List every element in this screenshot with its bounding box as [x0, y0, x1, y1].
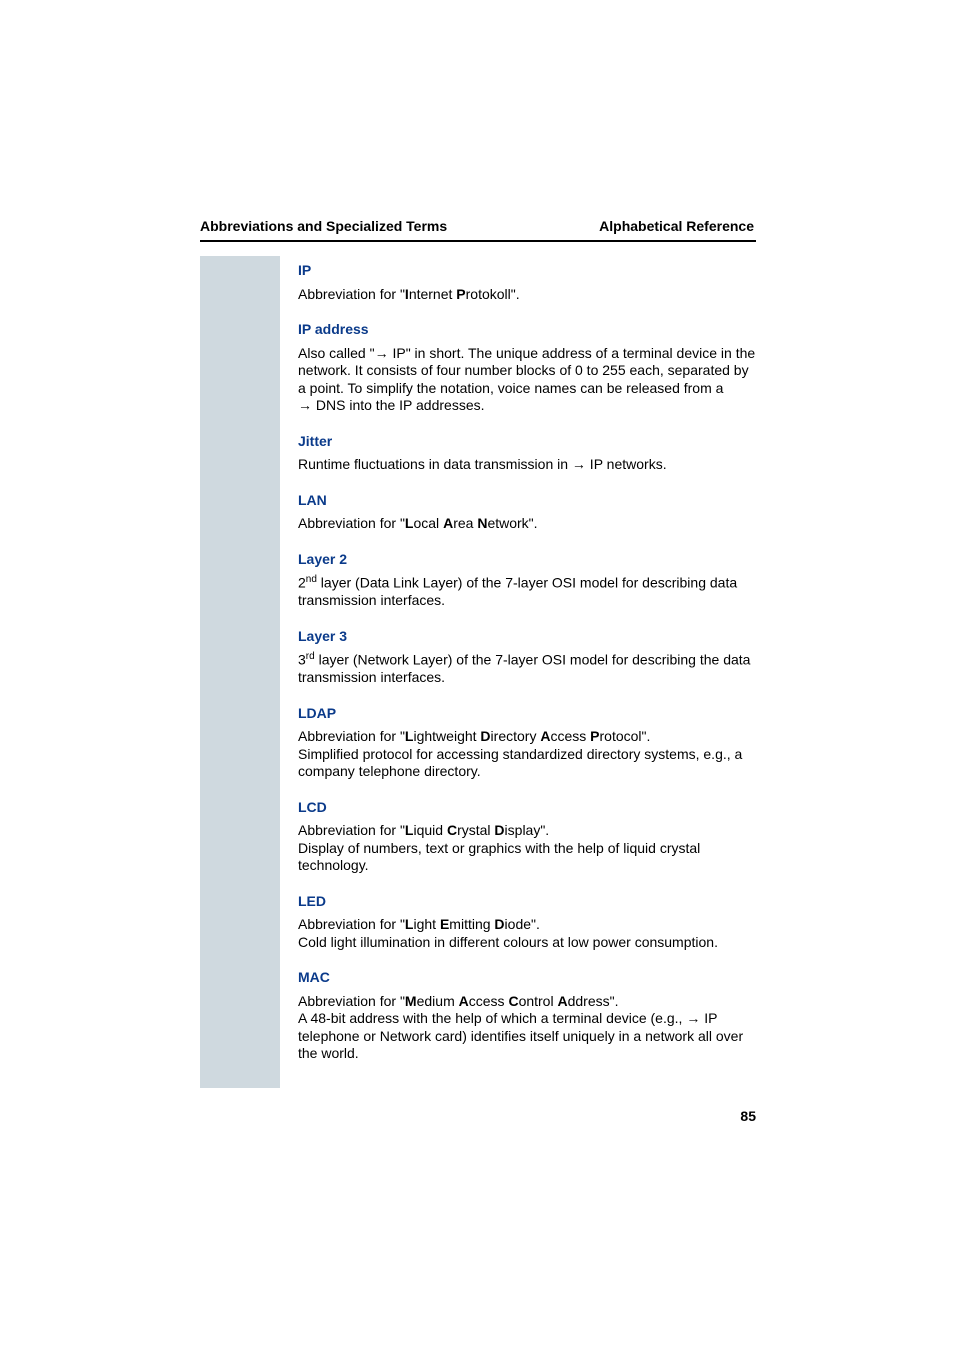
- arrow-icon: →: [375, 345, 389, 363]
- cross-ref-link[interactable]: DNS: [312, 397, 345, 413]
- term-ip: IP: [298, 262, 758, 280]
- text: ddress".: [568, 993, 619, 1009]
- def-jitter: Runtime fluctuations in data transmissio…: [298, 456, 758, 474]
- bold: D: [494, 822, 504, 838]
- bold: N: [477, 515, 487, 531]
- text: Display of numbers, text or graphics wit…: [298, 840, 700, 874]
- superscript: rd: [306, 651, 315, 662]
- bold: A: [557, 993, 567, 1009]
- bold: D: [494, 916, 504, 932]
- text: Abbreviation for ": [298, 286, 405, 302]
- page-number: 85: [740, 1108, 756, 1124]
- text: mitting: [449, 916, 494, 932]
- text: nternet: [409, 286, 456, 302]
- term-jitter: Jitter: [298, 433, 758, 451]
- term-lan: LAN: [298, 492, 758, 510]
- def-layer3: 3rd layer (Network Layer) of the 7-layer…: [298, 651, 758, 687]
- arrow-icon: →: [298, 397, 312, 415]
- text: 2: [298, 575, 306, 591]
- def-layer2: 2nd layer (Data Link Layer) of the 7-lay…: [298, 574, 758, 610]
- header-right: Alphabetical Reference: [599, 218, 754, 234]
- text: ocal: [413, 515, 443, 531]
- text: 3: [298, 652, 306, 668]
- def-lcd: Abbreviation for "Liquid Crystal Display…: [298, 822, 758, 875]
- sidebar-band: [200, 256, 280, 1088]
- cross-ref-link[interactable]: IP: [389, 345, 406, 361]
- text: A 48-bit address with the help of which …: [298, 1010, 686, 1026]
- text: rea: [453, 515, 477, 531]
- bold: D: [480, 728, 490, 744]
- text: rystal: [457, 822, 494, 838]
- text: ontrol: [519, 993, 558, 1009]
- bold: P: [590, 728, 599, 744]
- text: into the IP addresses.: [345, 397, 484, 413]
- glossary-content: IP Abbreviation for "Internet Protokoll"…: [298, 256, 758, 1063]
- header-rule: [200, 240, 756, 242]
- text: networks.: [603, 456, 667, 472]
- text: ight: [413, 916, 439, 932]
- text: edium: [417, 993, 459, 1009]
- page-header: Abbreviations and Specialized Terms Alph…: [200, 218, 754, 234]
- text: ccess: [469, 993, 509, 1009]
- header-left: Abbreviations and Specialized Terms: [200, 218, 447, 234]
- term-layer2: Layer 2: [298, 551, 758, 569]
- text: Cold light illumination in different col…: [298, 934, 718, 950]
- text: ccess: [550, 728, 590, 744]
- text: etwork".: [487, 515, 537, 531]
- bold: M: [405, 993, 417, 1009]
- cross-ref-link[interactable]: IP: [586, 456, 603, 472]
- bold: E: [440, 916, 449, 932]
- text: layer (Data Link Layer) of the 7-layer O…: [298, 575, 737, 609]
- text: isplay".: [505, 822, 550, 838]
- term-ldap: LDAP: [298, 705, 758, 723]
- bold: A: [540, 728, 550, 744]
- superscript: nd: [306, 574, 317, 585]
- text: rotokoll".: [466, 286, 520, 302]
- def-ldap: Abbreviation for "Lightweight Directory …: [298, 728, 758, 781]
- text: Abbreviation for ": [298, 822, 405, 838]
- text: Simplified protocol for accessing standa…: [298, 746, 742, 780]
- cross-ref-link[interactable]: IP: [700, 1010, 717, 1026]
- text: Abbreviation for ": [298, 728, 405, 744]
- term-mac: MAC: [298, 969, 758, 987]
- arrow-icon: →: [686, 1010, 700, 1028]
- def-lan: Abbreviation for "Local Area Network".: [298, 515, 758, 533]
- def-ip: Abbreviation for "Internet Protokoll".: [298, 286, 758, 304]
- def-ip-address: Also called "→ IP" in short. The unique …: [298, 345, 758, 415]
- def-led: Abbreviation for "Light Emitting Diode".…: [298, 916, 758, 951]
- arrow-icon: →: [572, 456, 586, 474]
- bold: A: [443, 515, 453, 531]
- term-lcd: LCD: [298, 799, 758, 817]
- term-led: LED: [298, 893, 758, 911]
- text: telephone or Network card) identifies it…: [298, 1028, 743, 1062]
- term-ip-address: IP address: [298, 321, 758, 339]
- term-layer3: Layer 3: [298, 628, 758, 646]
- text: Also called ": [298, 345, 375, 361]
- bold: C: [447, 822, 457, 838]
- text: Runtime fluctuations in data transmissio…: [298, 456, 572, 472]
- def-mac: Abbreviation for "Medium Access Control …: [298, 993, 758, 1063]
- text: iquid: [413, 822, 446, 838]
- text: iode".: [505, 916, 540, 932]
- text: Abbreviation for ": [298, 916, 405, 932]
- text: irectory: [491, 728, 541, 744]
- text: Abbreviation for ": [298, 515, 405, 531]
- text: layer (Network Layer) of the 7-layer OSI…: [298, 652, 750, 686]
- page: Abbreviations and Specialized Terms Alph…: [0, 0, 954, 1351]
- text: Abbreviation for ": [298, 993, 405, 1009]
- text: rotocol".: [600, 728, 651, 744]
- bold: A: [459, 993, 469, 1009]
- bold: C: [508, 993, 518, 1009]
- text: ightweight: [413, 728, 480, 744]
- bold: P: [456, 286, 465, 302]
